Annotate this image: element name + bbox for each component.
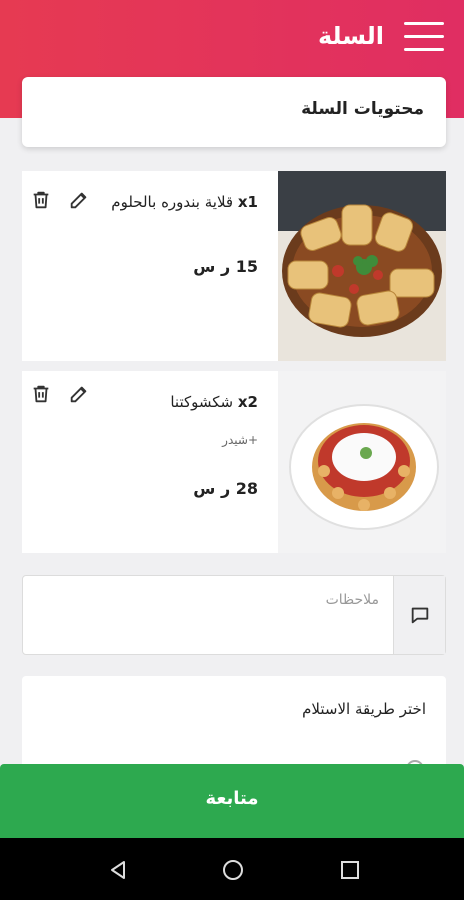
pickup-method-title: اختر طريقة الاستلام [302, 700, 426, 718]
item-title: قلاية بندوره بالحلوم [111, 193, 234, 211]
page-title: السلة [317, 22, 384, 50]
cart-contents-title: محتويات السلة [301, 99, 424, 119]
item-price: 15 ر س [193, 257, 258, 276]
halloumi-tomato-image [278, 171, 446, 361]
edit-icon[interactable] [68, 383, 90, 405]
continue-label: متابعة [205, 788, 259, 809]
notes-input[interactable] [23, 576, 393, 654]
shakshuka-image [278, 371, 446, 553]
item-qty: x2 [237, 393, 258, 411]
trash-icon[interactable] [30, 383, 52, 405]
item-qty: x1 [237, 193, 258, 211]
recents-icon[interactable] [338, 858, 362, 882]
item-name: x2 شكشوكتنا [170, 393, 258, 411]
edit-icon[interactable] [68, 189, 90, 211]
comment-icon [411, 607, 429, 624]
back-icon[interactable] [106, 858, 130, 882]
system-nav-bar [0, 838, 464, 900]
continue-button[interactable]: متابعة [0, 764, 464, 838]
item-name: x1 قلاية بندوره بالحلوم [111, 193, 258, 211]
notes-field [22, 575, 446, 655]
cart-item: x1 قلاية بندوره بالحلوم 15 ر س [22, 171, 446, 361]
item-info: x1 قلاية بندوره بالحلوم 15 ر س [30, 171, 258, 361]
cart-contents-card: محتويات السلة [22, 77, 446, 147]
cart-item: x2 شكشوكتنا +شيدر 28 ر س [22, 371, 446, 553]
item-title: شكشوكتنا [170, 393, 234, 411]
trash-icon[interactable] [30, 189, 52, 211]
item-extra: +شيدر [222, 433, 258, 447]
menu-icon[interactable] [404, 20, 444, 54]
notes-icon-box [393, 576, 445, 654]
item-price: 28 ر س [193, 479, 258, 498]
home-icon[interactable] [221, 858, 245, 882]
item-info: x2 شكشوكتنا +شيدر 28 ر س [30, 371, 258, 553]
